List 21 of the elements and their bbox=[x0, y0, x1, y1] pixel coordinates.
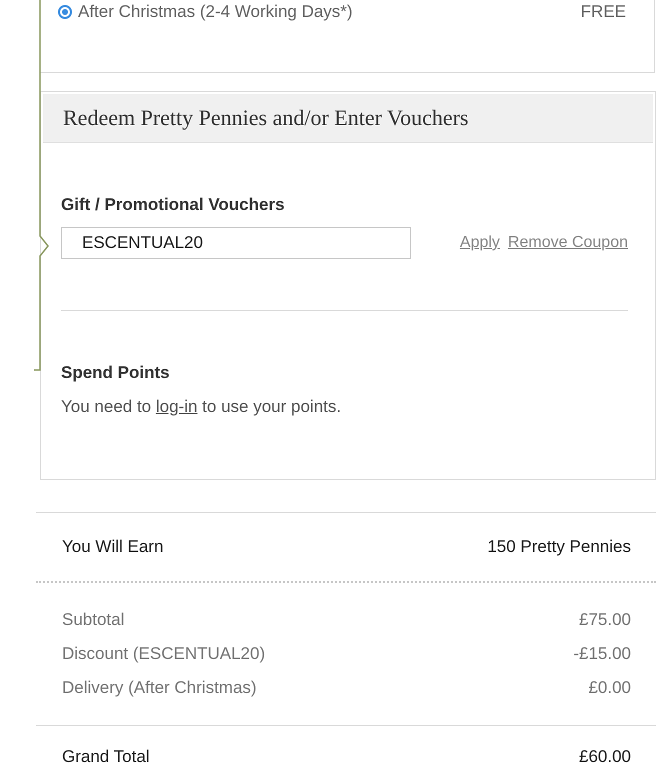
grand-total-value: £60.00 bbox=[579, 746, 631, 766]
total-value: £75.00 bbox=[579, 610, 631, 630]
earn-label: You Will Earn bbox=[62, 537, 164, 557]
points-message: You need to log-in to use your points. bbox=[61, 397, 342, 417]
earn-value: 150 Pretty Pennies bbox=[487, 537, 631, 557]
grand-total-label: Grand Total bbox=[62, 746, 150, 766]
delivery-option-label: After Christmas (2-4 Working Days*) bbox=[78, 2, 354, 22]
total-label: Delivery (After Christmas) bbox=[62, 678, 257, 698]
radio-button[interactable] bbox=[58, 5, 72, 19]
voucher-input-field[interactable]: ESCENTUAL20 bbox=[61, 227, 411, 259]
spend-points-title: Spend Points bbox=[61, 363, 171, 383]
total-value: -£15.00 bbox=[573, 644, 631, 664]
total-label: Subtotal bbox=[62, 610, 124, 630]
total-value: £0.00 bbox=[588, 678, 631, 698]
panel-title: Redeem Pretty Pennies and/or Enter Vouchers bbox=[43, 94, 653, 143]
coupon-link[interactable]: Apply bbox=[460, 234, 500, 252]
coupon-link[interactable]: Remove Coupon bbox=[508, 234, 628, 252]
login-link[interactable]: log-in bbox=[156, 397, 198, 416]
delivery-price: FREE bbox=[580, 2, 626, 22]
voucher-label: Gift / Promotional Vouchers bbox=[61, 195, 286, 215]
total-label: Discount (ESCENTUAL20) bbox=[62, 644, 266, 664]
